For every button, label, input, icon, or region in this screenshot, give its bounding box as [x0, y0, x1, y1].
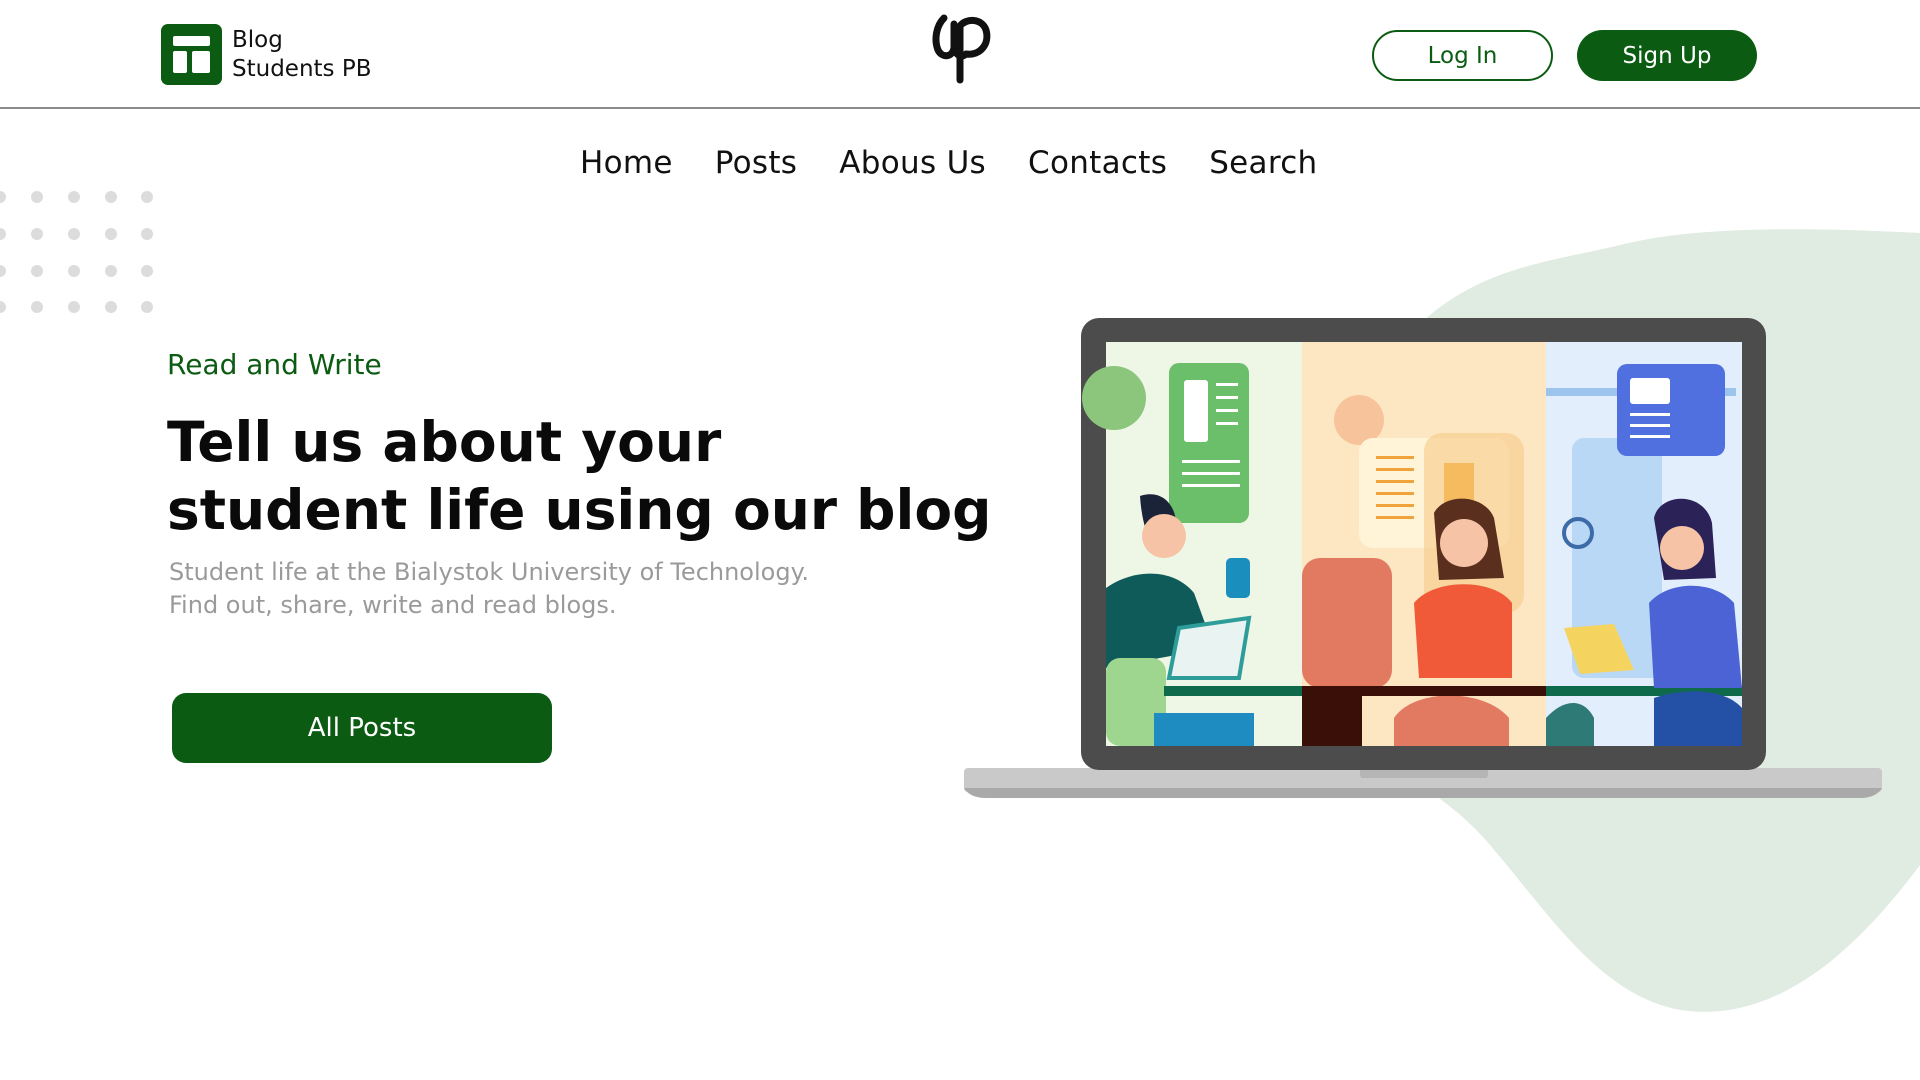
layout-grid-icon[interactable] [161, 24, 222, 85]
brand-line-1: Blog [232, 27, 283, 53]
all-posts-button[interactable]: All Posts [172, 693, 552, 763]
brand-line-2: Students PB [232, 56, 372, 82]
nav-item-about[interactable]: Abous Us [839, 145, 986, 181]
nav-item-contacts[interactable]: Contacts [1028, 145, 1167, 181]
hero-eyebrow: Read and Write [167, 348, 382, 381]
laptop-illustration [964, 318, 1882, 798]
signup-button[interactable]: Sign Up [1577, 30, 1757, 81]
description-line-1: Student life at the Bialystok University… [169, 558, 809, 586]
hero-description: Student life at the Bialystok University… [169, 556, 809, 622]
brand-name[interactable]: Blog Students PB [232, 26, 371, 84]
hero-headline: Tell us about your student life using ou… [167, 408, 992, 544]
description-line-2: Find out, share, write and read blogs. [169, 591, 617, 619]
nav-item-posts[interactable]: Posts [715, 145, 798, 181]
site-header: Blog Students PB Log In Sign Up [0, 0, 1920, 109]
bp-monogram-icon[interactable] [930, 14, 992, 86]
nav-item-home[interactable]: Home [580, 145, 673, 181]
headline-line-2: student life using our blog [167, 478, 992, 542]
nav-item-search[interactable]: Search [1209, 145, 1317, 181]
headline-line-1: Tell us about your [167, 410, 722, 474]
login-button[interactable]: Log In [1372, 30, 1553, 81]
